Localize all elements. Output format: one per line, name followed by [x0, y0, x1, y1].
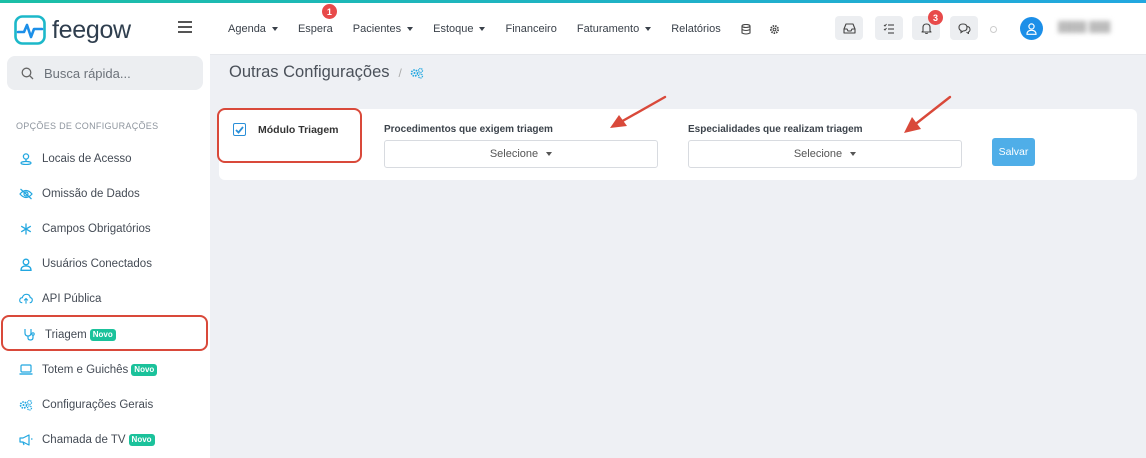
- new-badge: Novo: [128, 434, 155, 447]
- chevron-down-icon: [271, 27, 278, 31]
- gears-icon: [410, 67, 423, 79]
- user-icon: [1026, 22, 1037, 35]
- laptop-icon: [19, 363, 33, 377]
- notifications-button[interactable]: 3: [912, 10, 943, 40]
- nav-item-label: Relatórios: [671, 23, 721, 35]
- sidebar-menu: Locais de Acesso Omissão de Dados Campos…: [0, 141, 210, 458]
- database-icon[interactable]: [741, 23, 751, 35]
- asterisk-icon: [19, 222, 33, 236]
- gears-icon: [19, 398, 33, 412]
- sidebar: feegow OPÇÕES DE CONFIGURAÇÕES Locais de…: [0, 3, 210, 458]
- checklist-icon: [883, 23, 894, 34]
- sidebar-item-label: Omissão de Dados: [42, 187, 140, 200]
- sidebar-item-label: Locais de Acesso: [42, 152, 132, 165]
- main-nav: Agenda Espera 1 Pacientes Estoque Financ…: [228, 3, 798, 55]
- especialidades-select[interactable]: Selecione: [688, 140, 962, 168]
- user-icon: [19, 257, 33, 271]
- annotation-arrow-procedimentos: [610, 95, 667, 128]
- search-input[interactable]: [44, 65, 184, 81]
- hamburger-menu-icon[interactable]: [178, 21, 192, 33]
- sidebar-item-chamada-de-tv[interactable]: Chamada de TV Novo: [0, 423, 210, 458]
- breadcrumb-separator: /: [398, 65, 402, 80]
- nav-item-label: Faturamento: [576, 23, 640, 35]
- sidebar-item-usuarios-conectados[interactable]: Usuários Conectados: [0, 247, 210, 282]
- sidebar-item-configuracoes-gerais[interactable]: Configurações Gerais: [0, 387, 210, 422]
- chevron-down-icon: [645, 27, 652, 31]
- sidebar-item-api-publica[interactable]: API Pública: [0, 282, 210, 317]
- username-blurred: ████ ███: [1058, 22, 1111, 33]
- nav-item-pacientes[interactable]: Pacientes: [352, 23, 414, 35]
- nav-item-label: Estoque: [433, 23, 474, 35]
- module-triagem-highlight-box: [217, 108, 362, 163]
- nav-item-financeiro[interactable]: Financeiro: [505, 23, 556, 35]
- nav-item-espera[interactable]: Espera 1: [297, 4, 337, 35]
- bell-icon: [920, 23, 932, 34]
- triagem-highlight-box: [1, 315, 208, 351]
- chevron-down-icon: [479, 27, 486, 31]
- sidebar-item-label: API Pública: [42, 293, 102, 306]
- procedimentos-select[interactable]: Selecione: [384, 140, 658, 168]
- sidebar-item-locais-de-acesso[interactable]: Locais de Acesso: [0, 141, 210, 176]
- sidebar-item-label: Chamada de TV: [42, 434, 126, 447]
- nav-item-label: Espera: [297, 23, 333, 35]
- sidebar-item-campos-obrigatorios[interactable]: Campos Obrigatórios: [0, 211, 210, 246]
- notifications-count-badge: 3: [928, 10, 943, 25]
- nav-item-relatorios[interactable]: Relatórios: [671, 23, 721, 35]
- new-badge: Novo: [131, 363, 158, 376]
- search-icon: [21, 67, 34, 79]
- cloud-upload-icon: [19, 292, 33, 306]
- gear-icon[interactable]: [769, 24, 780, 35]
- nav-item-label: Agenda: [228, 23, 266, 35]
- nav-item-estoque[interactable]: Estoque: [433, 23, 486, 35]
- logo-text: feegow: [52, 15, 131, 44]
- nav-item-label: Financeiro: [505, 23, 557, 35]
- nav-item-agenda[interactable]: Agenda: [228, 23, 278, 35]
- chat-icon: [957, 22, 971, 34]
- tasks-button[interactable]: [875, 16, 903, 40]
- sidebar-section-title: OPÇÕES DE CONFIGURAÇÕES: [16, 121, 159, 131]
- chat-button[interactable]: [950, 16, 978, 40]
- logo[interactable]: feegow: [14, 14, 131, 46]
- location-icon: [19, 152, 33, 166]
- nav-item-faturamento[interactable]: Faturamento: [576, 23, 652, 35]
- sidebar-item-totem-e-guiches[interactable]: Totem e Guichês Novo: [0, 352, 210, 387]
- save-button[interactable]: Salvar: [992, 138, 1035, 166]
- chevron-down-icon: [546, 152, 553, 156]
- avatar[interactable]: [1020, 17, 1043, 40]
- megaphone-icon: [19, 433, 33, 447]
- sidebar-item-omissao-de-dados[interactable]: Omissão de Dados: [0, 176, 210, 211]
- quick-search[interactable]: [7, 56, 203, 90]
- status-indicator: [990, 26, 997, 33]
- top-navigation-bar: Agenda Espera 1 Pacientes Estoque Financ…: [210, 3, 1146, 55]
- chevron-down-icon: [850, 152, 857, 156]
- sidebar-item-label: Campos Obrigatórios: [42, 222, 151, 235]
- sidebar-item-label: Configurações Gerais: [42, 398, 154, 411]
- procedimentos-select-value: Selecione: [489, 148, 539, 160]
- especialidades-label: Especialidades que realizam triagem: [688, 124, 863, 135]
- feegow-logo-icon: [14, 15, 46, 45]
- breadcrumb: Outras Configurações /: [229, 63, 424, 82]
- annotation-arrow-especialidades: [904, 95, 952, 133]
- espera-count-badge: 1: [321, 4, 337, 19]
- main-content: Outras Configurações / Módulo Triagem Pr…: [210, 55, 1146, 458]
- nav-item-label: Pacientes: [352, 23, 402, 35]
- chevron-down-icon: [407, 27, 414, 31]
- sidebar-item-label: Usuários Conectados: [42, 258, 152, 271]
- especialidades-select-value: Selecione: [793, 148, 843, 160]
- page-title: Outras Configurações: [229, 63, 390, 81]
- procedimentos-label: Procedimentos que exigem triagem: [384, 124, 553, 135]
- sidebar-item-label: Totem e Guichês: [42, 363, 129, 376]
- inbox-icon: [842, 22, 856, 34]
- eye-off-icon: [19, 187, 33, 201]
- inbox-button[interactable]: [835, 16, 863, 40]
